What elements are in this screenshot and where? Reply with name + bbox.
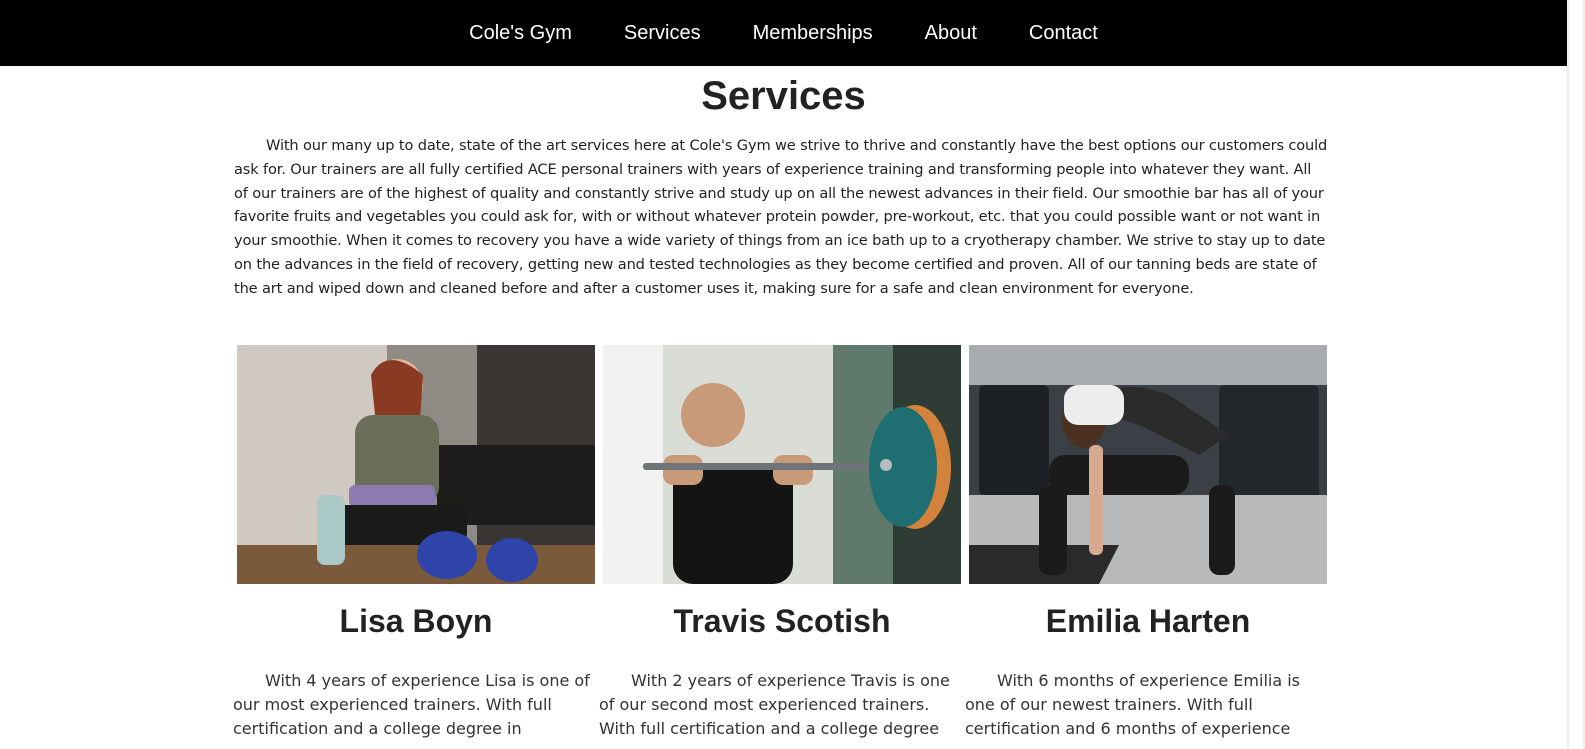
trainer-card-emilia: Emilia Harten With 6 months of experienc…: [965, 345, 1327, 738]
trainer-photo-emilia-image: [969, 345, 1327, 584]
trainer-photo-lisa-image: [237, 345, 595, 584]
trainer-photo-travis: [603, 345, 961, 584]
nav-link-memberships[interactable]: Memberships: [753, 22, 873, 45]
nav-link-services[interactable]: Services: [624, 22, 701, 45]
scrollbar-thumb[interactable]: [1569, 0, 1583, 749]
nav-link-contact[interactable]: Contact: [1029, 22, 1098, 45]
trainer-bio-travis: With 2 years of experience Travis is one…: [599, 671, 950, 738]
trainer-photo-lisa: [237, 345, 595, 584]
page-title: Services: [701, 74, 866, 118]
nav-link-home[interactable]: Cole's Gym: [469, 22, 572, 45]
trainer-bio-lisa: With 4 years of experience Lisa is one o…: [233, 671, 590, 738]
services-intro-paragraph: With our many up to date, state of the a…: [234, 137, 1328, 297]
trainer-name-lisa: Lisa Boyn: [339, 603, 493, 639]
trainer-photo-travis-image: [603, 345, 961, 584]
trainer-name-emilia: Emilia Harten: [1045, 603, 1251, 639]
trainer-name-travis: Travis Scotish: [673, 603, 891, 639]
nav-link-about[interactable]: About: [925, 22, 977, 45]
trainer-photo-emilia: [969, 345, 1327, 584]
trainer-card-travis: Travis Scotish With 2 years of experienc…: [599, 345, 961, 738]
top-navigation: Cole's Gym Services Memberships About Co…: [0, 0, 1567, 66]
trainer-bio-emilia: With 6 months of experience Emilia is on…: [965, 671, 1301, 738]
page-scrollbar[interactable]: [1567, 0, 1585, 749]
trainer-card-lisa: Lisa Boyn With 4 years of experience Lis…: [233, 345, 595, 738]
